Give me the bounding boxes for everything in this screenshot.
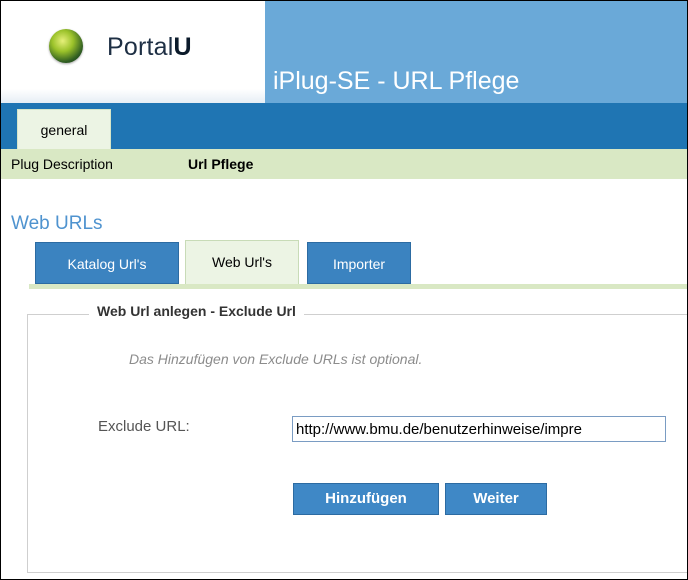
logo-text: PortalU: [107, 33, 192, 61]
subnav-item-plug-description[interactable]: Plug Description: [11, 156, 113, 172]
tab-importer[interactable]: Importer: [307, 242, 411, 284]
tab-web-urls[interactable]: Web Url's: [185, 240, 299, 286]
tab-underline: [29, 284, 687, 289]
subnav-item-url-pflege[interactable]: Url Pflege: [188, 156, 253, 172]
tab-katalog-urls[interactable]: Katalog Url's: [35, 242, 179, 284]
sub-nav: Plug Description Url Pflege: [1, 149, 687, 179]
next-button[interactable]: Weiter: [445, 483, 547, 515]
fieldset-legend: Web Url anlegen - Exclude Url: [89, 303, 304, 319]
portalu-globe-icon: [49, 29, 83, 63]
optional-hint: Das Hinzufügen von Exclude URLs ist opti…: [129, 351, 423, 367]
tab-general[interactable]: general: [17, 109, 111, 149]
app-title: iPlug-SE - URL Pflege: [273, 67, 520, 95]
logo[interactable]: PortalU: [1, 1, 265, 103]
app-window: PortalU iPlug-SE - URL Pflege general Pl…: [0, 0, 688, 580]
exclude-url-label: Exclude URL:: [98, 418, 190, 435]
section-title: Web URLs: [11, 213, 103, 234]
exclude-url-input[interactable]: [292, 416, 666, 442]
add-button[interactable]: Hinzufügen: [293, 483, 439, 515]
